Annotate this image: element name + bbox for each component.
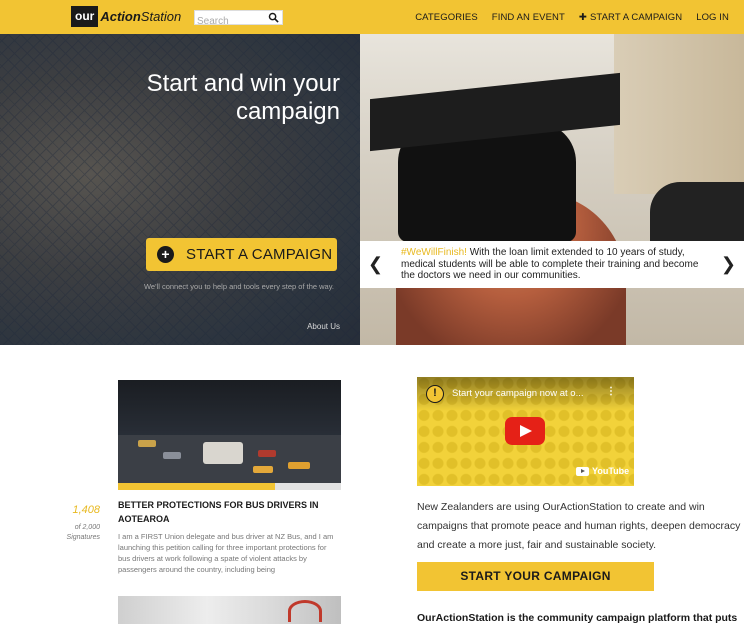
stethoscope-icon	[288, 600, 322, 622]
video-title[interactable]: Start your campaign now at o...	[452, 388, 607, 399]
nav-categories[interactable]: CATEGORIES	[415, 12, 478, 23]
nav-find-an-event[interactable]: FIND AN EVENT	[492, 12, 565, 23]
petition-title[interactable]: BETTER PROTECTIONS FOR BUS DRIVERS IN AO…	[118, 499, 338, 526]
youtube-play-button[interactable]	[505, 417, 545, 445]
plus-icon: ✚	[578, 11, 587, 23]
start-your-campaign-button[interactable]: START YOUR CAMPAIGN	[417, 562, 654, 591]
car-shape	[258, 450, 276, 457]
logo-wordmark: ActionStation	[100, 9, 181, 24]
signature-progress-fill	[118, 483, 275, 490]
nav-log-in[interactable]: LOG IN	[696, 12, 729, 23]
carousel-caption: ❮ #WeWillFinish! With the loan limit ext…	[360, 241, 744, 288]
signature-progress-bar	[118, 483, 341, 490]
signature-goal: of 2,000 Signatures	[66, 524, 100, 541]
car-shape	[163, 452, 181, 459]
youtube-wordmark: YouTube	[592, 466, 630, 476]
carousel-prev-icon[interactable]: ❮	[368, 255, 383, 273]
start-campaign-button[interactable]: + START A CAMPAIGN	[146, 238, 337, 271]
logo-action: Action	[100, 9, 141, 24]
bus-shape	[203, 442, 243, 464]
car-shape	[288, 462, 310, 469]
hero-subtext: We'll connect you to help and tools ever…	[143, 282, 334, 291]
car-shape	[253, 466, 273, 473]
plus-circle-icon: +	[157, 246, 174, 263]
petition-image-2[interactable]	[118, 596, 341, 624]
start-campaign-label: START A CAMPAIGN	[186, 246, 333, 263]
play-icon	[520, 425, 532, 437]
search-box[interactable]	[194, 10, 283, 28]
petition-image[interactable]	[118, 380, 341, 483]
search-icon[interactable]	[268, 12, 279, 23]
logo-station: Station	[140, 9, 182, 24]
about-us-link[interactable]: About Us	[307, 322, 340, 331]
channel-avatar-icon[interactable]: !	[426, 385, 444, 403]
ouractionstation-logo[interactable]: our ActionStation	[71, 5, 181, 28]
background-wall	[614, 34, 744, 194]
logo-our: our	[71, 6, 99, 27]
youtube-logo[interactable]: YouTube	[576, 466, 629, 476]
search-input[interactable]	[195, 15, 267, 28]
intro-paragraph: New Zealanders are using OurActionStatio…	[417, 501, 741, 551]
video-more-icon[interactable]: ⋮	[606, 387, 616, 397]
car-shape	[138, 440, 156, 447]
caption-hashtag: #WeWillFinish!	[401, 247, 467, 258]
nav-links: CATEGORIES FIND AN EVENT ✚ START A CAMPAI…	[401, 0, 729, 34]
nav-start-a-campaign-label: START A CAMPAIGN	[589, 11, 683, 23]
youtube-icon	[576, 466, 589, 476]
hero-title: Start and win your campaign	[146, 70, 340, 125]
signature-count: 1,408	[72, 504, 100, 516]
youtube-video-embed[interactable]: ! Start your campaign now at o... ⋮ YouT…	[417, 377, 634, 486]
petition-description: I am a FIRST Union delegate and bus driv…	[118, 532, 334, 574]
hero-carousel-image	[360, 34, 744, 345]
top-navbar: our ActionStation CATEGORIES FIND AN EVE…	[0, 0, 744, 34]
carousel-caption-text: #WeWillFinish! With the loan limit exten…	[401, 247, 711, 282]
hero-left-panel: Start and win your campaign + START A CA…	[0, 34, 360, 345]
platform-tagline: OurActionStation is the community campai…	[417, 612, 738, 624]
carousel-next-icon[interactable]: ❯	[721, 255, 736, 273]
nav-start-a-campaign[interactable]: ✚ START A CAMPAIGN	[579, 12, 682, 23]
